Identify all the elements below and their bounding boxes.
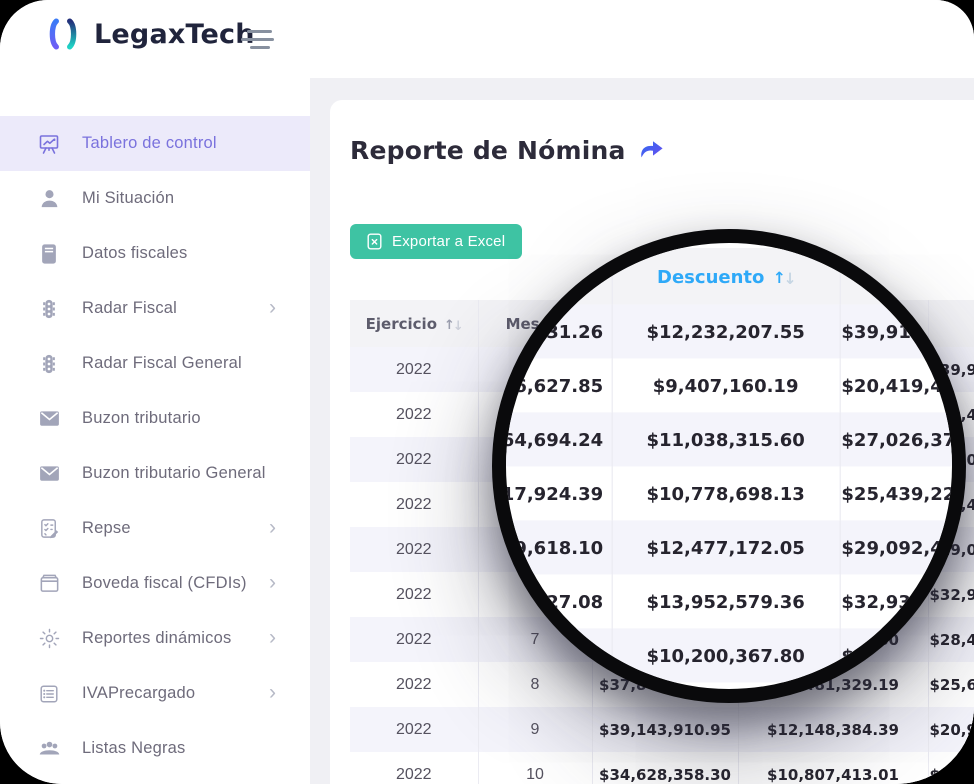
- sidebar-item-radar-fiscal[interactable]: Radar Fiscal ›: [0, 281, 310, 336]
- checklist-icon: [36, 516, 62, 542]
- page-title-text: Reporte de Nómina: [350, 136, 626, 165]
- traffic-light-icon: [36, 296, 62, 322]
- cell-col-3: $34,628,358.30: [592, 752, 738, 784]
- sidebar-item-iva-precargado[interactable]: IVAPrecargado ›: [0, 666, 310, 721]
- export-excel-label: Exportar a Excel: [392, 233, 505, 250]
- traffic-light-icon: [36, 351, 62, 377]
- brand-logo[interactable]: LegaxTech: [42, 16, 255, 52]
- share-arrow-icon[interactable]: [638, 139, 665, 162]
- brand-name: LegaxTech: [94, 19, 255, 50]
- sidebar-item-buzon-tributario-general[interactable]: Buzon tributario General: [0, 446, 310, 501]
- sort-icon[interactable]: ↑↓: [444, 318, 462, 333]
- sidebar-nav: Tablero de control Mi Situación Datos fisc…: [0, 116, 310, 776]
- list-icon: [36, 681, 62, 707]
- cell-col-5: $24,108,776.52: [928, 752, 974, 784]
- page-title: Reporte de Nómina: [350, 136, 665, 165]
- column-header-ejercicio[interactable]: Ejercicio ↑↓: [350, 300, 478, 347]
- users-icon: [36, 736, 62, 762]
- sidebar-item-datos-fiscales[interactable]: Datos fiscales: [0, 226, 310, 281]
- sidebar-item-label: Radar Fiscal General: [82, 354, 242, 373]
- cell-col-5: $20,915,328.46: [928, 707, 974, 752]
- sidebar-item-repse[interactable]: Repse ›: [0, 501, 310, 556]
- sidebar-item-label: Boveda fiscal (CFDIs): [82, 574, 247, 593]
- sidebar-item-label: Reportes dinámicos: [82, 629, 231, 648]
- magnifier-content: Ejercicio↑↓Mes↑↓↑↓Descuento↑↓ 20221$36,1…: [506, 243, 952, 689]
- sidebar-item-label: Radar Fiscal: [82, 299, 177, 318]
- archive-icon: [36, 571, 62, 597]
- dashboard-icon: [36, 131, 62, 157]
- cell-ejercicio: 2022: [350, 482, 478, 527]
- chevron-right-icon: ›: [269, 296, 276, 317]
- sidebar-item-tablero-de-control[interactable]: Tablero de control: [0, 116, 310, 171]
- cell-ejercicio: 2022: [350, 392, 478, 437]
- sidebar-item-label: Mi Situación: [82, 189, 174, 208]
- export-excel-button[interactable]: Exportar a Excel: [350, 224, 522, 259]
- excel-file-icon: [367, 233, 382, 250]
- sidebar-item-reportes-dinamicos[interactable]: Reportes dinámicos ›: [0, 611, 310, 666]
- cell-descuento: $10,807,413.01: [738, 752, 928, 784]
- sidebar: Tablero de control Mi Situación Datos fisc…: [0, 78, 310, 784]
- cell-ejercicio: 2022: [350, 437, 478, 482]
- cell-col-3: $39,143,910.95: [592, 707, 738, 752]
- table-row: 20229$39,143,910.95$12,148,384.39$20,915…: [350, 707, 974, 752]
- magnifier-lens: Ejercicio↑↓Mes↑↓↑↓Descuento↑↓ 20221$36,1…: [492, 229, 966, 703]
- gear-icon: [36, 626, 62, 652]
- cell-mes: 9: [478, 707, 592, 752]
- sidebar-item-listas-negras[interactable]: Listas Negras: [0, 721, 310, 776]
- menu-toggle-icon[interactable]: [241, 30, 275, 49]
- mail-icon: [36, 461, 62, 487]
- cell-ejercicio: 2022: [350, 662, 478, 707]
- mail-icon: [36, 406, 62, 432]
- sidebar-item-label: Buzon tributario: [82, 409, 201, 428]
- sidebar-item-label: IVAPrecargado: [82, 684, 195, 703]
- cell-ejercicio: 2022: [350, 572, 478, 617]
- chevron-right-icon: ›: [269, 516, 276, 537]
- cell-ejercicio: 2022: [350, 347, 478, 392]
- user-icon: [36, 186, 62, 212]
- cell-ejercicio: 2022: [350, 752, 478, 784]
- cell-ejercicio: 2022: [350, 707, 478, 752]
- chevron-right-icon: ›: [269, 681, 276, 702]
- sidebar-item-buzon-tributario[interactable]: Buzon tributario: [0, 391, 310, 446]
- sidebar-item-label: Tablero de control: [82, 134, 217, 153]
- sidebar-item-label: Repse: [82, 519, 131, 538]
- sidebar-item-label: Datos fiscales: [82, 244, 188, 263]
- cell-mes: 10: [478, 752, 592, 784]
- sidebar-item-label: Listas Negras: [82, 739, 185, 758]
- sidebar-item-mi-situacion[interactable]: Mi Situación: [0, 171, 310, 226]
- chevron-right-icon: ›: [269, 571, 276, 592]
- top-bar: LegaxTech: [0, 0, 974, 78]
- app-window: Reporte de Nómina Exportar a E: [0, 0, 974, 784]
- cell-ejercicio: 2022: [350, 527, 478, 572]
- book-icon: [36, 241, 62, 267]
- sidebar-item-boveda-fiscal-cfdis[interactable]: Boveda fiscal (CFDIs) ›: [0, 556, 310, 611]
- cell-descuento: $12,148,384.39: [738, 707, 928, 752]
- brand-logo-icon: [42, 16, 84, 52]
- column-header-label: Ejercicio: [366, 315, 437, 333]
- cell-ejercicio: 2022: [350, 617, 478, 662]
- sidebar-item-label: Buzon tributario General: [82, 464, 266, 483]
- sidebar-item-radar-fiscal-general[interactable]: Radar Fiscal General: [0, 336, 310, 391]
- table-row: 202210$34,628,358.30$10,807,413.01$24,10…: [350, 752, 974, 784]
- chevron-right-icon: ›: [269, 626, 276, 647]
